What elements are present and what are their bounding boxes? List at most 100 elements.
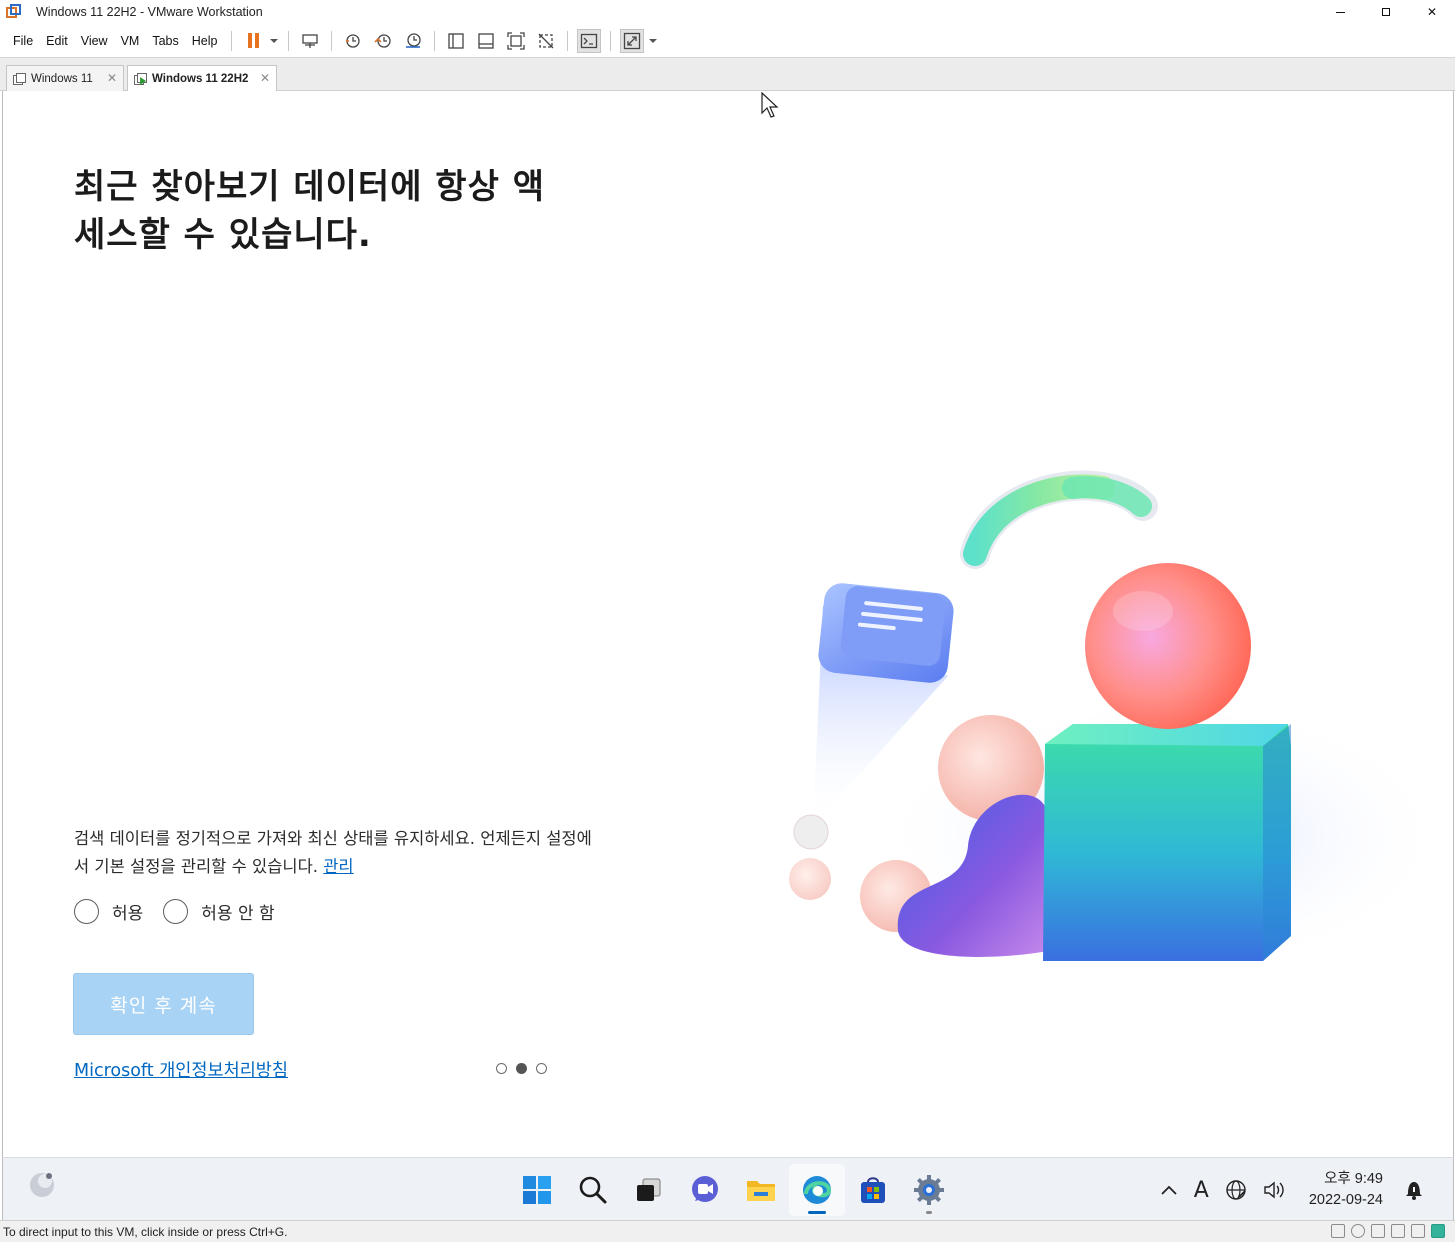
suspend-button[interactable]: [241, 29, 265, 53]
page-dot-2-current: [516, 1063, 527, 1074]
task-view-icon: [637, 1178, 661, 1201]
search-button[interactable]: [565, 1164, 621, 1216]
close-icon[interactable]: ✕: [107, 71, 117, 85]
chat-button[interactable]: [677, 1164, 733, 1216]
toolbar-separator: [231, 30, 233, 51]
snapshot-manager-icon: [406, 32, 422, 48]
confirm-continue-button[interactable]: 확인 후 계속: [73, 973, 254, 1035]
store-icon: [861, 1177, 885, 1203]
window-controls: ✕: [1317, 0, 1455, 24]
search-icon: [579, 1176, 607, 1204]
tab-windows-11-22h2[interactable]: Windows 11 22H2 ✕: [127, 65, 277, 92]
settings-icon: [914, 1175, 944, 1205]
page-title-line1: 최근 찾아보기 데이터에 항상 액: [74, 167, 545, 207]
chevron-up-icon[interactable]: [1160, 1184, 1178, 1196]
stretch-dropdown-arrow[interactable]: [649, 38, 658, 43]
stretch-icon: [624, 32, 641, 49]
running-vm-icon: [134, 73, 148, 85]
volume-icon[interactable]: [1263, 1180, 1287, 1200]
unity-icon: [538, 33, 554, 48]
task-view-button[interactable]: [621, 1164, 677, 1216]
printer-icon[interactable]: [1391, 1224, 1405, 1238]
menu-tabs[interactable]: Tabs: [147, 34, 186, 48]
radio-allow[interactable]: 허용: [74, 899, 143, 924]
window-title: Windows 11 22H2 - VMware Workstation: [36, 5, 263, 19]
show-library-button[interactable]: [444, 29, 468, 53]
send-ctrl-alt-del-button[interactable]: [298, 29, 322, 53]
minimize-button[interactable]: [1317, 0, 1363, 24]
toolbar-separator: [610, 30, 612, 51]
page-title-line2: 세스할 수 있습니다.: [74, 215, 372, 255]
full-screen-icon: [507, 31, 526, 50]
radio-circle[interactable]: [163, 899, 189, 924]
toolbar-separator: [567, 30, 569, 51]
status-message: To direct input to this VM, click inside…: [3, 1225, 288, 1239]
network-icon[interactable]: [1225, 1179, 1247, 1201]
privacy-policy-link[interactable]: Microsoft 개인정보처리방침: [74, 1057, 288, 1082]
radio-deny-label[interactable]: 허용 안 함: [201, 899, 274, 924]
snapshot-button[interactable]: [341, 29, 365, 53]
active-app-indicator: [808, 1211, 826, 1214]
ime-indicator[interactable]: A: [1194, 1178, 1209, 1203]
radio-deny[interactable]: 허용 안 함: [163, 899, 275, 924]
thumbnail-bar-icon: [478, 32, 495, 49]
consent-radio-group: 허용 허용 안 함: [74, 899, 295, 924]
full-screen-button[interactable]: [504, 29, 528, 53]
tab-label: Windows 11 22H2: [152, 73, 249, 85]
manage-link[interactable]: 관리: [323, 857, 353, 876]
sound-card-icon[interactable]: [1411, 1224, 1425, 1238]
snapshot-manager-button[interactable]: [401, 29, 425, 53]
page-title: 최근 찾아보기 데이터에 항상 액 세스할 수 있습니다.: [74, 163, 604, 259]
message-log-icon[interactable]: [1431, 1224, 1445, 1238]
menu-view[interactable]: View: [76, 34, 116, 48]
toolbar-separator: [434, 30, 436, 51]
page-indicator: [496, 1063, 547, 1074]
library-panel-icon: [448, 32, 465, 49]
minimize-icon: [1335, 11, 1345, 13]
notification-bell-icon[interactable]: [1403, 1179, 1425, 1201]
terminal-icon: [581, 33, 598, 48]
browsing-data-illustration: [789, 470, 1443, 976]
power-dropdown-arrow[interactable]: [270, 38, 279, 43]
menu-help[interactable]: Help: [187, 34, 226, 48]
running-app-indicator: [926, 1211, 932, 1214]
stretch-guest-button[interactable]: [620, 28, 645, 53]
tab-windows-11[interactable]: Windows 11 ✕: [6, 65, 124, 91]
title-bar: Windows 11 22H2 - VMware Workstation ✕: [0, 0, 1455, 24]
close-icon: ✕: [1426, 5, 1438, 19]
radio-circle[interactable]: [74, 899, 99, 924]
edge-button[interactable]: [789, 1164, 845, 1216]
show-thumbnail-bar-button[interactable]: [474, 29, 498, 53]
cd-dvd-icon[interactable]: [1351, 1224, 1365, 1238]
close-icon[interactable]: ✕: [260, 71, 270, 85]
unity-button[interactable]: [534, 29, 558, 53]
page-dot-1: [496, 1063, 507, 1074]
vm-tab-strip: Windows 11 ✕ Windows 11 22H2 ✕: [0, 58, 1455, 92]
settings-button[interactable]: [901, 1164, 957, 1216]
maximize-button[interactable]: [1363, 0, 1409, 24]
radio-allow-label[interactable]: 허용: [112, 899, 143, 924]
vmware-app-icon: [6, 4, 22, 20]
store-button[interactable]: [845, 1164, 901, 1216]
toolbar-separator: [288, 30, 290, 51]
file-explorer-icon: [747, 1181, 775, 1201]
menu-file[interactable]: File: [8, 34, 41, 48]
menu-edit[interactable]: Edit: [41, 34, 76, 48]
status-bar: To direct input to this VM, click inside…: [0, 1220, 1455, 1242]
chat-icon: [692, 1176, 718, 1202]
device-status-icons: [1331, 1224, 1445, 1238]
vm-console[interactable]: 최근 찾아보기 데이터에 항상 액 세스할 수 있습니다. 검색 데이터를 정기…: [2, 91, 1454, 1157]
console-view-button[interactable]: [577, 28, 602, 53]
menu-vm[interactable]: VM: [116, 34, 148, 48]
weather-widget-icon[interactable]: [27, 1169, 57, 1199]
mouse-cursor-icon: [761, 92, 779, 118]
taskbar-clock[interactable]: 오후 9:49 2022-09-24: [1309, 1169, 1383, 1211]
network-adapter-icon[interactable]: [1371, 1224, 1385, 1238]
close-button[interactable]: ✕: [1409, 0, 1455, 24]
hard-disk-icon[interactable]: [1331, 1224, 1345, 1238]
file-explorer-button[interactable]: [733, 1164, 789, 1216]
windows-start-button[interactable]: [509, 1164, 565, 1216]
description-text: 검색 데이터를 정기적으로 가져와 최신 상태를 유지하세요. 언제든지 설정에…: [74, 825, 594, 881]
pause-icon: [247, 33, 259, 48]
revert-snapshot-button[interactable]: [371, 29, 395, 53]
